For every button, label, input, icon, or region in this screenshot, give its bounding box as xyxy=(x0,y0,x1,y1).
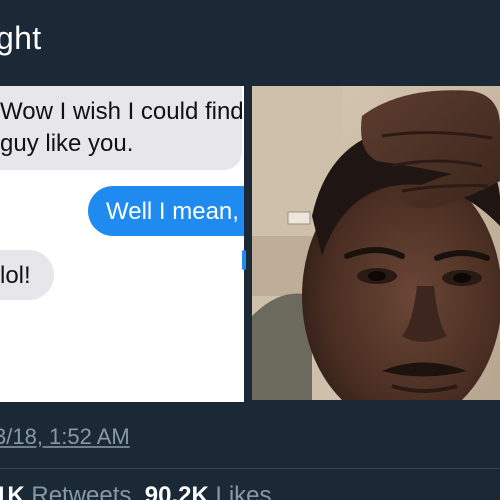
tweet-view: ght Wow I wish I could find guy like you… xyxy=(0,0,500,500)
retweets-label[interactable]: Retweets xyxy=(31,482,131,500)
received-message-short-text: lol! xyxy=(0,262,31,289)
retweets-count[interactable]: 1K xyxy=(0,482,25,500)
likes-label[interactable]: Likes xyxy=(215,482,271,500)
sent-message-bubble: Well I mean, xyxy=(88,186,244,236)
tweet-stats: 1K Retweets 90.2K Likes xyxy=(0,482,272,500)
sent-message-text: Well I mean, xyxy=(106,198,239,225)
chat-screenshot-image[interactable]: Wow I wish I could find guy like you. We… xyxy=(0,86,244,402)
received-message-bubble: Wow I wish I could find guy like you. xyxy=(0,86,244,170)
reaction-photo-image[interactable] xyxy=(252,86,500,400)
received-message-bubble-short: lol! xyxy=(0,250,54,300)
bubble-edge-mark xyxy=(242,250,246,270)
reaction-photo-illustration xyxy=(252,86,500,400)
received-message-line1: Wow I wish I could find xyxy=(0,98,244,125)
received-message-line2: guy like you. xyxy=(0,130,134,157)
tweet-timestamp[interactable]: 3/18, 1:52 AM xyxy=(0,424,130,450)
stats-divider xyxy=(0,468,500,469)
likes-count[interactable]: 90.2K xyxy=(145,482,209,500)
page-title: ght xyxy=(0,20,42,56)
